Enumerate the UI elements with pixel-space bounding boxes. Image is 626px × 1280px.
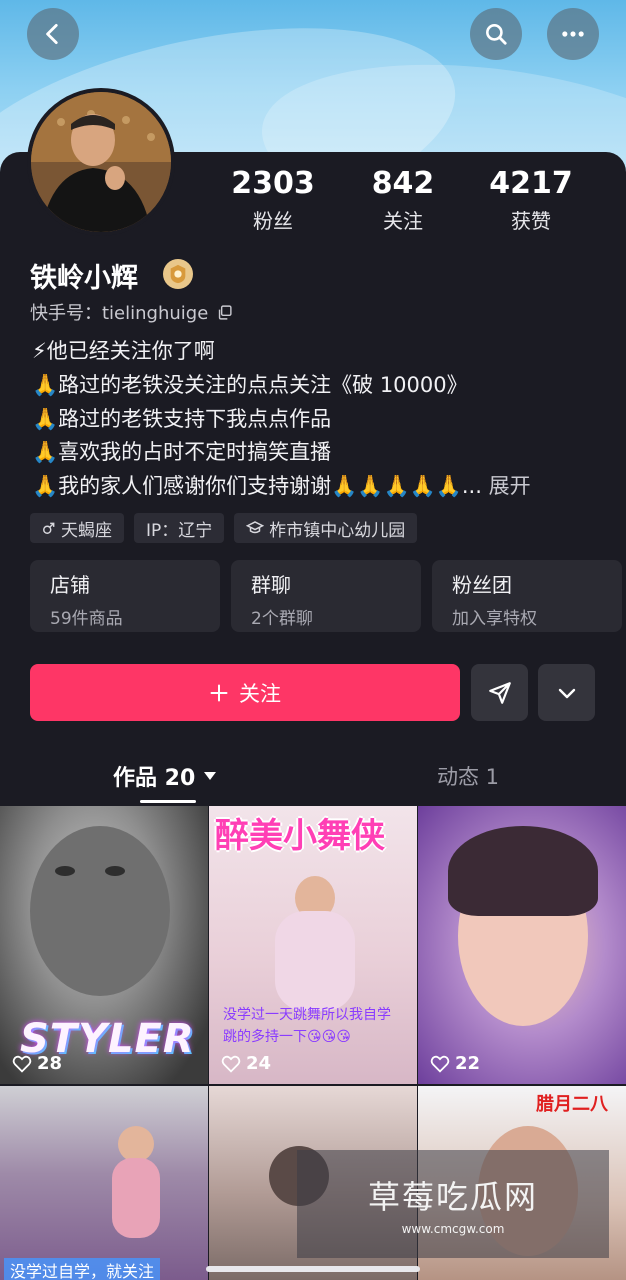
- stat-label: 关注: [383, 209, 423, 233]
- bio-line-last: 🙏我的家人们感谢你们支持谢谢🙏🙏🙏🙏🙏... 展开: [32, 470, 531, 504]
- bio-line: 🙏我的家人们感谢你们支持谢谢🙏🙏🙏🙏🙏...: [32, 474, 482, 499]
- bio-line: ⚡他已经关注你了啊: [32, 339, 215, 363]
- search-icon: [486, 24, 507, 45]
- heart-icon: [12, 1055, 32, 1073]
- tag-label: IP：辽宁: [146, 520, 213, 541]
- watermark: 草莓吃瓜网 www.cmcgw.com: [297, 1150, 609, 1258]
- video-likes-count: 28: [37, 1053, 63, 1074]
- tile-overlay-text: 腊月二八: [536, 1094, 608, 1115]
- follow-button[interactable]: 关注: [30, 664, 460, 721]
- stat-value: 842: [371, 166, 435, 201]
- tile-subject: [30, 826, 170, 996]
- stat-likes[interactable]: 4217 获赞: [471, 166, 591, 234]
- watermark-url: www.cmcgw.com: [401, 1222, 505, 1236]
- video-tile[interactable]: 没学过自学，就关注: [0, 1086, 208, 1280]
- copy-icon[interactable]: [216, 304, 233, 321]
- caret-down-icon: [204, 772, 217, 780]
- tab-works-label: 作品 20: [113, 766, 196, 791]
- search-button[interactable]: [470, 8, 522, 60]
- stat-fans[interactable]: 2303 粉丝: [213, 166, 333, 234]
- avatar[interactable]: [27, 88, 175, 236]
- card-title: 群聊: [251, 573, 291, 597]
- video-likes: 24: [221, 1053, 271, 1074]
- video-likes-count: 22: [455, 1053, 481, 1074]
- tag-label: 柞市镇中心幼儿园: [269, 520, 406, 541]
- bio-expand-link[interactable]: 展开: [489, 474, 531, 498]
- card-title: 店铺: [50, 573, 90, 597]
- male-icon: [43, 522, 55, 534]
- watermark-title: 草莓吃瓜网: [367, 1178, 538, 1216]
- tab-works[interactable]: 作品 20: [113, 760, 217, 792]
- tile-caption-text: 没学过自学，就关注: [4, 1258, 161, 1280]
- bio-line: 🙏路过的老铁支持下我点点作品: [32, 406, 332, 431]
- tile-subject: [275, 911, 355, 1011]
- bio-line: 🙏路过的老铁没关注的点点关注《破 10000》: [32, 372, 468, 397]
- back-button[interactable]: [27, 8, 79, 60]
- stat-following[interactable]: 842 关注: [343, 166, 463, 234]
- tag-zodiac: 天蝎座: [30, 513, 124, 543]
- profile-tags: 天蝎座 IP：辽宁 柞市镇中心幼儿园: [30, 513, 418, 543]
- tile-detail: [448, 826, 598, 916]
- profile-bio: ⚡他已经关注你了啊 🙏路过的老铁没关注的点点关注《破 10000》 🙏路过的老铁…: [32, 335, 531, 504]
- stat-value: 2303: [231, 166, 315, 201]
- expand-recommend-button[interactable]: [538, 664, 595, 721]
- stat-value: 4217: [489, 166, 573, 201]
- tile-caption-text: 没学过一天跳舞所以我自学跳的多持一下😘😘😘: [223, 1007, 391, 1045]
- video-likes: 28: [12, 1053, 62, 1074]
- send-icon: [488, 681, 511, 704]
- share-button[interactable]: [471, 664, 528, 721]
- more-button[interactable]: [547, 8, 599, 60]
- card-subtitle: 59件商品: [50, 609, 123, 629]
- chevron-left-icon: [46, 23, 58, 45]
- heart-icon: [430, 1055, 450, 1073]
- kuaishou-id-row[interactable]: 快手号：tielinghuige: [30, 299, 233, 325]
- tab-active-indicator: [140, 800, 196, 803]
- tile-detail: [105, 866, 125, 876]
- card-subtitle: 加入享特权: [452, 609, 537, 629]
- tile-subject: [112, 1158, 160, 1238]
- profile-cards: 店铺 59件商品 群聊 2个群聊 粉丝团 加入享特权: [30, 560, 622, 632]
- card-title: 粉丝团: [452, 573, 512, 597]
- follow-label: 关注: [239, 681, 281, 706]
- home-indicator[interactable]: [206, 1266, 420, 1272]
- card-group-chat[interactable]: 群聊 2个群聊: [231, 560, 421, 632]
- card-shop[interactable]: 店铺 59件商品: [30, 560, 220, 632]
- card-fan-club[interactable]: 粉丝团 加入享特权: [432, 560, 622, 632]
- tile-overlay-text: 醉美小舞侠: [215, 816, 385, 856]
- plus-icon: [210, 684, 228, 701]
- kuaishou-id: 快手号：tielinghuige: [30, 303, 209, 324]
- tile-subject: [118, 1126, 154, 1162]
- tag-label: 天蝎座: [61, 520, 112, 541]
- more-horizontal-icon: [562, 31, 584, 37]
- stat-label: 粉丝: [253, 209, 293, 233]
- tab-moments[interactable]: 动态 1: [437, 761, 499, 791]
- bio-line: 🙏喜欢我的占时不定时搞笑直播: [32, 440, 332, 465]
- video-tile[interactable]: 22: [418, 806, 626, 1084]
- video-tile[interactable]: 醉美小舞侠 没学过一天跳舞所以我自学跳的多持一下😘😘😘 24: [209, 806, 417, 1084]
- chevron-down-icon: [558, 688, 575, 698]
- video-likes: 22: [430, 1053, 480, 1074]
- profile-name: 铁岭小辉: [30, 263, 138, 294]
- heart-icon: [221, 1055, 241, 1073]
- card-subtitle: 2个群聊: [251, 609, 313, 629]
- avatar-photo: [31, 92, 171, 232]
- video-likes-count: 24: [246, 1053, 272, 1074]
- tag-school[interactable]: 柞市镇中心幼儿园: [234, 513, 418, 543]
- stat-label: 获赞: [511, 209, 551, 233]
- school-icon: [246, 521, 265, 534]
- tile-detail: [55, 866, 75, 876]
- tag-ip: IP：辽宁: [134, 513, 225, 543]
- video-tile[interactable]: STYLER 28: [0, 806, 208, 1084]
- verified-badge-icon[interactable]: [163, 259, 193, 289]
